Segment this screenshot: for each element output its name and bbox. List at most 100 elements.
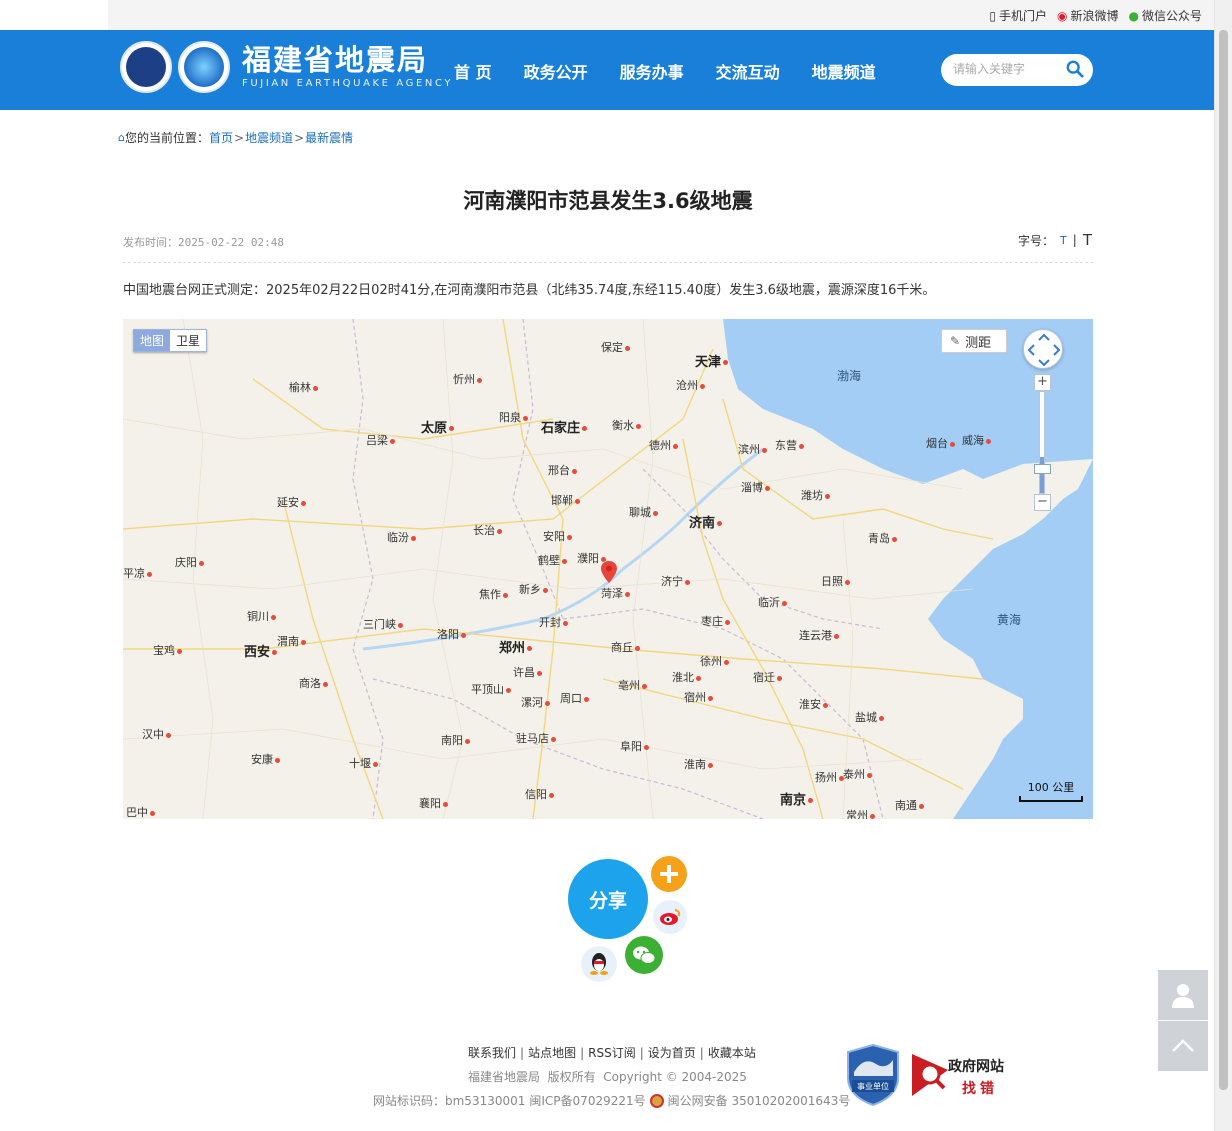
divider: [123, 262, 1093, 263]
ruler-icon: ✎: [950, 334, 961, 348]
public-institution-badge[interactable]: 事业单位: [846, 1043, 900, 1107]
map-label-56: 宿州: [684, 689, 713, 705]
zoom-slider[interactable]: [1039, 391, 1045, 494]
nav-home[interactable]: 首 页: [454, 59, 492, 83]
map-label-38: 开封: [539, 614, 568, 630]
footer-set-homepage[interactable]: 设为首页: [648, 1046, 696, 1060]
city-dot-icon: [625, 591, 630, 597]
gov-site-error-report-badge[interactable]: 政府网站 找错: [910, 1052, 1010, 1098]
map-label-14: 烟台: [926, 435, 955, 451]
wechat-icon: ●: [1128, 8, 1139, 23]
map-label-26: 青岛: [868, 530, 897, 546]
home-icon: ⌂: [118, 131, 125, 144]
city-dot-icon: [635, 645, 640, 651]
map-label-63: 南阳: [441, 732, 470, 748]
city-dot-icon: [950, 441, 955, 447]
city-dot-icon: [708, 695, 713, 701]
map-label-30: 平凉: [123, 565, 152, 581]
weibo-link[interactable]: ◉ 新浪微博: [1057, 7, 1119, 24]
agency-seal-icon: [120, 41, 172, 93]
map-label-31: 新乡: [519, 581, 548, 597]
map-label-24: 长治: [473, 522, 502, 538]
font-size-control: 字号： T | T: [1018, 231, 1092, 249]
map-label-13: 东营: [775, 437, 804, 453]
share-more-icon[interactable]: [651, 856, 687, 892]
footer-contact[interactable]: 联系我们: [468, 1046, 516, 1060]
city-dot-icon: [313, 385, 318, 391]
search-input[interactable]: [953, 62, 1063, 76]
earthquake-map[interactable]: 保定 天津 榆林 忻州 沧州 渤海 太原 阳泉 石家庄 衡水 吕梁 德州 滨州 东营 烟台 威海 邢台 淄博 潍坊 延…: [123, 319, 1093, 819]
footer-icp[interactable]: 闽ICP备07029221号: [529, 1092, 645, 1109]
city-dot-icon: [708, 762, 713, 768]
nav-interaction[interactable]: 交流互动: [716, 59, 780, 83]
map-label-72: 信阳: [525, 786, 554, 802]
share-weibo-icon[interactable]: [653, 900, 687, 934]
map-label-61: 汉中: [142, 726, 171, 742]
mobile-icon: ▯: [989, 8, 996, 23]
breadcrumb-latest[interactable]: 最新震情: [305, 129, 353, 146]
back-to-top-button[interactable]: [1158, 1021, 1208, 1071]
city-dot-icon: [575, 498, 580, 504]
zoom-slider-handle[interactable]: [1034, 464, 1051, 474]
map-label-11: 德州: [649, 437, 678, 453]
city-dot-icon: [147, 571, 152, 577]
page-scrollbar[interactable]: [1214, 0, 1232, 1131]
map-label-44: 连云港: [799, 627, 839, 643]
map-label-58: 漯河: [521, 694, 550, 710]
map-label-41: 枣庄: [701, 613, 730, 629]
ranging-tool-button[interactable]: ✎ 测距: [941, 329, 1007, 353]
map-label-39: 临沂: [758, 594, 787, 610]
city-dot-icon: [867, 772, 872, 778]
map-label-66: 十堰: [349, 755, 378, 771]
nav-earthquake-channel[interactable]: 地震频道: [812, 59, 876, 83]
map-label-67: 淮南: [684, 756, 713, 772]
font-small-button[interactable]: T: [1060, 234, 1067, 247]
map-label-1: 天津: [695, 351, 729, 370]
epicenter-marker-icon[interactable]: [601, 561, 617, 583]
map-label-69: 泰州: [843, 766, 872, 782]
map-label-74: 南通: [895, 797, 924, 813]
mobile-portal-link[interactable]: ▯ 手机门户: [989, 7, 1047, 24]
user-login-button[interactable]: [1158, 970, 1208, 1020]
map-label-68: 扬州: [815, 769, 844, 785]
footer-sitemap[interactable]: 站点地图: [528, 1046, 576, 1060]
zoom-out-button[interactable]: −: [1034, 494, 1051, 511]
map-label-32: 焦作: [479, 586, 508, 602]
city-dot-icon: [398, 622, 403, 628]
user-icon: [1172, 984, 1194, 1008]
footer-police-record[interactable]: 闽公网安备 35010202001643号: [668, 1092, 851, 1109]
share-button[interactable]: 分享: [568, 859, 648, 939]
breadcrumb-earthquake-channel[interactable]: 地震频道: [245, 129, 293, 146]
zoom-in-button[interactable]: +: [1034, 374, 1051, 391]
share-wechat-icon[interactable]: [625, 936, 663, 974]
footer-bookmark[interactable]: 收藏本站: [708, 1046, 756, 1060]
share-qq-icon[interactable]: [581, 946, 617, 982]
map-label-55: 平顶山: [471, 681, 511, 697]
city-dot-icon: [879, 715, 884, 721]
search-icon[interactable]: [1066, 60, 1084, 78]
city-dot-icon: [150, 810, 155, 816]
map-label-2: 榆林: [289, 379, 318, 395]
font-large-button[interactable]: T: [1083, 231, 1092, 249]
article-title: 河南濮阳市范县发生3.6级地震: [463, 189, 753, 213]
map-label-64: 阜阳: [620, 738, 649, 754]
breadcrumb-home[interactable]: 首页: [209, 129, 233, 146]
site-logo[interactable]: 福建省地震局 FUJIAN EARTHQUAKE AGENCY: [120, 41, 453, 93]
map-type-satellite[interactable]: 卫星: [170, 330, 206, 351]
city-dot-icon: [870, 813, 875, 819]
map-label-59: 淮安: [799, 696, 828, 712]
city-dot-icon: [986, 438, 991, 444]
nav-gov-affairs[interactable]: 政务公开: [524, 59, 588, 83]
map-type-map[interactable]: 地图: [134, 330, 171, 351]
nav-services[interactable]: 服务办事: [620, 59, 684, 83]
map-label-57: 周口: [560, 690, 589, 706]
footer-rss[interactable]: RSS订阅: [588, 1046, 636, 1060]
map-label-22: 济南: [689, 512, 723, 531]
map-label-23: 临汾: [387, 529, 416, 545]
pan-control[interactable]: [1023, 329, 1063, 369]
map-label-8: 石家庄: [541, 417, 588, 436]
wechat-link[interactable]: ● 微信公众号: [1129, 7, 1203, 24]
map-label-52: 淮北: [672, 669, 701, 685]
city-dot-icon: [390, 438, 395, 444]
map-label-18: 潍坊: [801, 487, 830, 503]
